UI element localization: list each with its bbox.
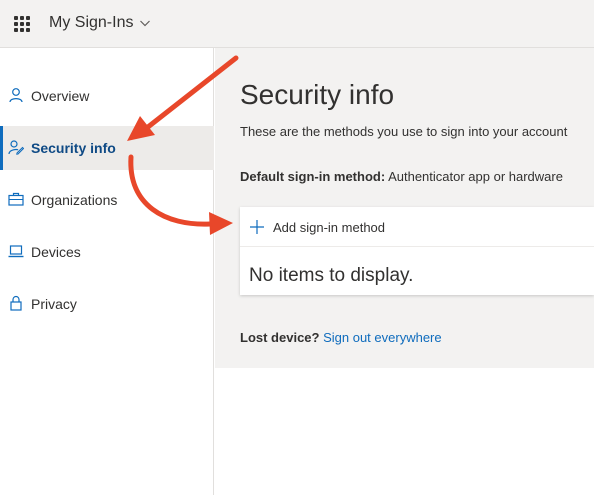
- default-method-label: Default sign-in method:: [240, 169, 386, 184]
- chevron-down-icon: [140, 20, 151, 27]
- sidebar-item-security-info[interactable]: Security info: [0, 126, 214, 170]
- default-sign-in-method: Default sign-in method: Authenticator ap…: [240, 169, 563, 184]
- sidebar-item-label: Security info: [31, 140, 116, 156]
- sign-out-everywhere-link[interactable]: Sign out everywhere: [323, 330, 442, 345]
- app-title: My Sign-Ins: [49, 14, 134, 31]
- sign-in-methods-card: Add sign-in method No items to display.: [240, 207, 594, 295]
- lost-device-label: Lost device?: [240, 330, 320, 345]
- main-content: Security info These are the methods you …: [215, 48, 594, 368]
- briefcase-icon: [8, 192, 24, 206]
- page-title: Security info: [240, 79, 395, 110]
- add-sign-in-method-label: Add sign-in method: [273, 220, 386, 235]
- app-launcher-icon[interactable]: [14, 16, 30, 32]
- lock-icon: [10, 295, 22, 311]
- plus-icon: [250, 220, 264, 234]
- sidebar-item-label: Organizations: [31, 192, 118, 208]
- sidebar-item-overview[interactable]: Overview: [0, 74, 214, 118]
- sidebar-item-label: Devices: [31, 244, 81, 260]
- sidebar-item-label: Privacy: [31, 296, 77, 312]
- person-icon: [9, 88, 23, 103]
- sidebar-item-devices[interactable]: Devices: [0, 230, 214, 274]
- page-description: These are the methods you use to sign in…: [240, 124, 568, 139]
- app-title-menu[interactable]: My Sign-Ins: [49, 14, 151, 32]
- top-bar: My Sign-Ins: [0, 0, 594, 48]
- laptop-icon: [8, 245, 24, 258]
- lost-device-line: Lost device? Sign out everywhere: [240, 330, 442, 345]
- sidebar-item-organizations[interactable]: Organizations: [0, 178, 214, 222]
- empty-state-text: No items to display.: [249, 265, 414, 286]
- sidebar-item-label: Overview: [31, 88, 90, 104]
- sidebar-item-privacy[interactable]: Privacy: [0, 282, 214, 326]
- sidebar-nav: Overview Security info Organizations Dev…: [0, 48, 214, 495]
- default-method-value: Authenticator app or hardware: [388, 169, 563, 184]
- add-sign-in-method-button[interactable]: Add sign-in method: [240, 207, 594, 247]
- security-info-icon: [8, 140, 24, 155]
